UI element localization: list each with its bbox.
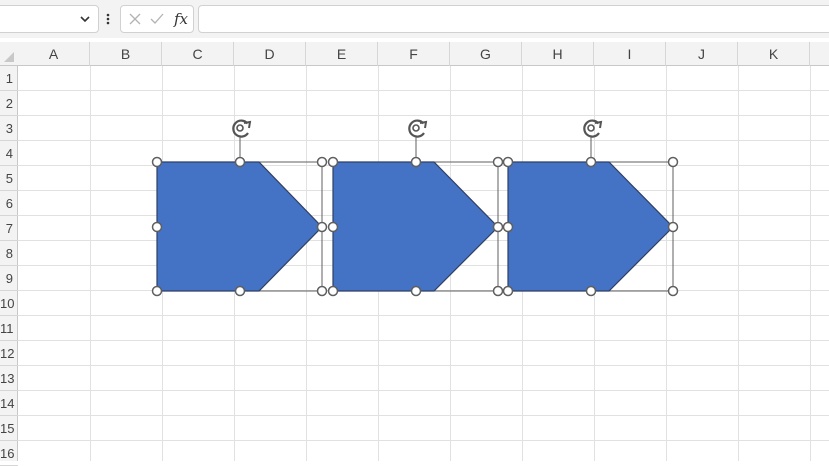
resize-handle[interactable]: [585, 285, 597, 297]
resize-handle[interactable]: [234, 285, 246, 297]
resize-handle[interactable]: [410, 156, 422, 168]
pentagon-arrow-shape[interactable]: [502, 119, 679, 297]
rotate-handle-icon[interactable]: [583, 119, 603, 138]
resize-handle[interactable]: [327, 156, 339, 168]
resize-handle[interactable]: [492, 285, 504, 297]
resize-handle[interactable]: [316, 285, 328, 297]
resize-handle[interactable]: [502, 221, 514, 233]
resize-handle[interactable]: [492, 221, 504, 233]
resize-handle[interactable]: [410, 285, 422, 297]
resize-handle[interactable]: [234, 156, 246, 168]
resize-handle[interactable]: [151, 156, 163, 168]
resize-handle[interactable]: [151, 221, 163, 233]
arrow-body[interactable]: [507, 161, 674, 292]
resize-handle[interactable]: [502, 156, 514, 168]
resize-handle[interactable]: [327, 221, 339, 233]
resize-handle[interactable]: [585, 156, 597, 168]
pentagon-arrow-shape[interactable]: [327, 119, 504, 297]
resize-handle[interactable]: [151, 285, 163, 297]
shapes-layer: [151, 119, 679, 297]
arrow-body[interactable]: [332, 161, 499, 292]
rotate-handle-icon[interactable]: [408, 119, 428, 138]
resize-handle[interactable]: [492, 156, 504, 168]
resize-handle[interactable]: [667, 156, 679, 168]
resize-handle[interactable]: [667, 285, 679, 297]
resize-handle[interactable]: [502, 285, 514, 297]
resize-handle[interactable]: [667, 221, 679, 233]
arrow-body[interactable]: [156, 161, 323, 292]
rotate-handle-icon[interactable]: [232, 119, 252, 138]
resize-handle[interactable]: [316, 156, 328, 168]
resize-handle[interactable]: [327, 285, 339, 297]
resize-handle[interactable]: [316, 221, 328, 233]
pentagon-arrow-shape[interactable]: [151, 119, 328, 297]
